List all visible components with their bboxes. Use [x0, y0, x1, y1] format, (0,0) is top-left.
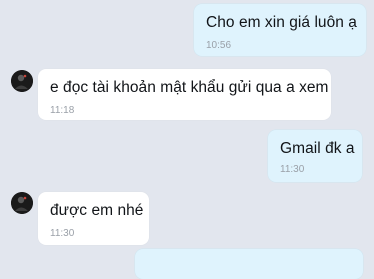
message-bubble-incoming[interactable]: e đọc tài khoản mật khẩu gửi qua a xem 1…	[38, 69, 331, 120]
message-bubble-incoming[interactable]: được em nhé 11:30	[38, 192, 149, 245]
message-text: e đọc tài khoản mật khẩu gửi qua a xem	[50, 79, 329, 96]
message-timestamp: 11:30	[50, 228, 75, 239]
message-timestamp: 11:30	[280, 164, 305, 175]
message-bubble-outgoing[interactable]: Cho em xin giá luôn ạ 10:56	[194, 4, 366, 56]
avatar-icon[interactable]	[11, 70, 33, 92]
message-timestamp: 10:56	[206, 40, 232, 51]
message-text: Cho em xin giá luôn ạ	[206, 14, 357, 31]
message-timestamp: 11:18	[50, 105, 75, 116]
avatar-icon[interactable]	[11, 192, 33, 214]
chat-message-list[interactable]: Cho em xin giá luôn ạ 10:56 e đọc tài kh…	[0, 0, 374, 279]
message-text: Gmail đk a	[280, 140, 355, 157]
message-bubble-outgoing[interactable]: Gmail đk a 11:30	[268, 130, 362, 182]
message-text: được em nhé	[50, 202, 144, 219]
message-bubble-outgoing-partial[interactable]	[135, 249, 363, 279]
